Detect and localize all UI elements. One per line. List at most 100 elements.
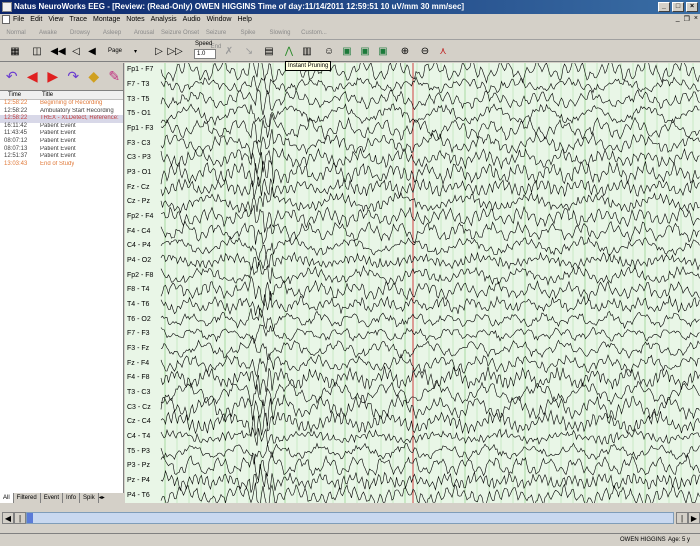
channel-label[interactable]: C4 - P4 — [127, 242, 151, 250]
tab-scroll-icon[interactable]: ◂▸ — [99, 493, 105, 503]
channel-label[interactable]: F4 - F8 — [127, 374, 150, 382]
mode-seizure-onset[interactable]: Seizure Onset — [160, 26, 200, 39]
channel-label[interactable]: Fp1 - F7 — [127, 66, 153, 74]
document-icon[interactable] — [2, 15, 10, 24]
next-event-icon[interactable]: ▶ — [44, 68, 62, 86]
tab-all[interactable]: All — [0, 493, 14, 503]
page-back-icon[interactable]: ◀ — [86, 43, 98, 59]
channel-label[interactable]: P3 - O1 — [127, 169, 151, 177]
mode-slowing[interactable]: Slowing — [264, 26, 296, 39]
menu-trace[interactable]: Trace — [66, 14, 90, 25]
mode-asleep[interactable]: Asleep — [96, 26, 128, 39]
scroll-right-page-icon[interactable]: | — [676, 512, 688, 524]
redo-arrow-icon[interactable]: ↷ — [65, 68, 83, 86]
event-row[interactable]: 12:58:22 Beginning of Recording — [0, 100, 123, 108]
mode-custom[interactable]: Custom... — [296, 26, 332, 39]
menu-analysis[interactable]: Analysis — [148, 14, 180, 25]
play-icon[interactable]: ▷ — [154, 43, 164, 59]
channel-label[interactable]: Fz - F4 — [127, 360, 149, 368]
mode-drowsy[interactable]: Drowsy — [64, 26, 96, 39]
menu-montage[interactable]: Montage — [90, 14, 123, 25]
event-settings-icon[interactable]: ✎ — [106, 68, 124, 86]
mdi-minimize-icon[interactable]: _ — [676, 15, 680, 23]
mdi-close-icon[interactable]: × — [694, 15, 698, 23]
event-row[interactable]: 16:11:42 Patient Event — [0, 123, 123, 131]
rewind-start-icon[interactable]: ◀◀ — [50, 43, 65, 59]
trend-icon[interactable]: ▣ — [358, 43, 372, 59]
channel-label[interactable]: Cz - Pz — [127, 198, 150, 206]
cursor-x-icon[interactable]: ✗ — [222, 43, 236, 59]
label-icon[interactable]: ▤ — [262, 43, 276, 59]
mode-spike[interactable]: Spike — [232, 26, 264, 39]
event-row[interactable]: 12:51:37 Patient Event — [0, 153, 123, 161]
menu-edit[interactable]: Edit — [27, 14, 45, 25]
rewind-icon[interactable]: ◁ — [70, 43, 82, 59]
channel-label[interactable]: C4 - T4 — [127, 433, 150, 441]
montage-icon[interactable]: ▦ — [6, 43, 24, 59]
mode-arousal[interactable]: Arousal — [128, 26, 160, 39]
scroll-right-icon[interactable]: ▶ — [688, 512, 700, 524]
page-dropdown-icon[interactable]: ▾ — [134, 48, 137, 55]
zoom-in-icon[interactable]: ⊕ — [398, 43, 412, 59]
channel-label[interactable]: Fp2 - F8 — [127, 272, 153, 280]
channel-label[interactable]: F7 - T3 — [127, 81, 149, 89]
undo-arrow-icon[interactable]: ↶ — [3, 68, 21, 86]
channel-label[interactable]: T3 - C3 — [127, 389, 150, 397]
channel-label[interactable]: F8 - T4 — [127, 286, 149, 294]
event-filter-icon[interactable]: ◆ — [85, 68, 103, 86]
channel-label[interactable]: T5 - O1 — [127, 110, 151, 118]
event-row[interactable]: 11:43:45 Patient Event — [0, 130, 123, 138]
export-icon[interactable]: ▣ — [376, 43, 390, 59]
channel-label[interactable]: F3 - C3 — [127, 140, 150, 148]
channel-label[interactable]: C3 - P3 — [127, 154, 151, 162]
minimize-button[interactable]: _ — [658, 2, 670, 12]
channel-label[interactable]: F3 - Fz — [127, 345, 149, 353]
event-row[interactable]: 08:07:13 Patient Event — [0, 146, 123, 154]
spectrum-icon[interactable]: ▥ — [300, 43, 314, 59]
close-button[interactable]: × — [686, 2, 698, 12]
menu-audio[interactable]: Audio — [180, 14, 204, 25]
channel-label[interactable]: P4 - T6 — [127, 492, 150, 500]
channel-label[interactable]: Fp1 - F3 — [127, 125, 153, 133]
eeg-trace-area[interactable]: Fp1 - F7 F7 - T3 T3 - T5 T5 - O1 Fp1 - F3 F3 … — [125, 63, 700, 503]
menu-file[interactable]: File — [10, 14, 27, 25]
scroll-track[interactable] — [26, 512, 674, 524]
channel-label[interactable]: T6 - O2 — [127, 316, 151, 324]
channel-label[interactable]: Fz - Cz — [127, 184, 150, 192]
channel-label[interactable]: C3 - Cz — [127, 404, 151, 412]
maximize-button[interactable]: □ — [672, 2, 684, 12]
event-row[interactable]: 12:58:22 TREX - XLDetect, Reference: — [0, 115, 123, 123]
instant-pruning-icon[interactable]: ⋀ — [282, 43, 296, 59]
tab-info[interactable]: Info — [63, 493, 81, 503]
fast-forward-icon[interactable]: ▷▷ — [167, 43, 182, 59]
scroll-left-icon[interactable]: ◀ — [2, 512, 14, 524]
person-icon[interactable]: ☺ — [322, 43, 336, 59]
channel-label[interactable]: Pz - P4 — [127, 477, 150, 485]
prev-event-icon[interactable]: ◀ — [24, 68, 42, 86]
tab-spik[interactable]: Spik — [80, 493, 99, 503]
channel-label[interactable]: P3 - Pz — [127, 462, 150, 470]
eeg-waveforms[interactable] — [125, 63, 700, 503]
channel-label[interactable]: Cz - C4 — [127, 418, 151, 426]
event-row[interactable]: 12:58:22 Ambulatory Start Recording — [0, 108, 123, 116]
channel-label[interactable]: T3 - T5 — [127, 96, 149, 104]
mdi-restore-icon[interactable]: ❐ — [684, 15, 690, 23]
scroll-left-page-icon[interactable]: | — [14, 512, 26, 524]
cursor-y-icon[interactable]: ↘ — [242, 43, 256, 59]
camera-icon[interactable]: ◫ — [28, 43, 46, 59]
channel-label[interactable]: F7 - F3 — [127, 330, 150, 338]
channel-label[interactable]: Fp2 - F4 — [127, 213, 153, 221]
menu-notes[interactable]: Notes — [123, 14, 147, 25]
menu-window[interactable]: Window — [204, 14, 235, 25]
col-time[interactable]: Time — [0, 91, 28, 99]
channel-label[interactable]: F4 - C4 — [127, 228, 150, 236]
menu-view[interactable]: View — [45, 14, 66, 25]
tab-event[interactable]: Event — [41, 493, 64, 503]
tab-filtered[interactable]: Filtered — [14, 493, 41, 503]
time-scrollbar[interactable]: ◀ | | ▶ — [0, 511, 700, 528]
mode-seizure-end[interactable]: Seizure End — [200, 26, 232, 50]
menu-help[interactable]: Help — [234, 14, 254, 25]
speed-input[interactable]: 1.0 — [194, 49, 216, 59]
event-row[interactable]: 13:03:43 End of Study — [0, 161, 123, 169]
zoom-out-icon[interactable]: ⊖ — [418, 43, 432, 59]
